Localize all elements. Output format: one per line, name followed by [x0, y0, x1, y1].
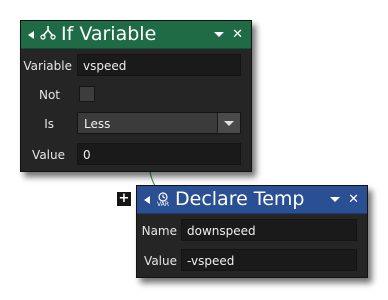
if-variable-node[interactable]: If Variable ✕ Variable vspeed Not Is Les… — [20, 20, 252, 172]
node-menu-chevron-down-icon[interactable] — [330, 197, 341, 202]
declare-temp-node[interactable]: VAR Declare Temp ✕ Name downspeed Value … — [136, 185, 368, 278]
collapse-icon[interactable] — [144, 195, 150, 204]
name-row: Name downspeed — [137, 219, 367, 243]
not-checkbox[interactable] — [79, 86, 95, 102]
not-row: Not — [21, 83, 251, 107]
chevron-down-icon — [224, 120, 234, 126]
if-variable-title: If Variable — [61, 23, 157, 45]
declare-temp-title: Declare Temp — [175, 188, 305, 210]
declare-temp-header[interactable]: VAR Declare Temp ✕ — [137, 186, 367, 214]
if-variable-icon — [39, 24, 57, 46]
value-label: Value — [32, 148, 65, 162]
name-field[interactable]: downspeed — [181, 219, 357, 241]
is-select[interactable]: Less — [77, 112, 241, 134]
var-icon-text: VAR — [157, 200, 169, 208]
name-label: Name — [141, 224, 177, 238]
is-label: Is — [44, 117, 54, 131]
close-icon[interactable]: ✕ — [232, 28, 243, 41]
variable-label: Variable — [23, 59, 72, 73]
variable-field[interactable]: vspeed — [77, 54, 241, 76]
select-dropdown-button[interactable] — [217, 113, 240, 133]
add-action-button[interactable]: + — [117, 192, 131, 206]
value-field[interactable]: 0 — [77, 143, 241, 165]
value-row: Value 0 — [21, 143, 251, 167]
is-select-value: Less — [84, 117, 111, 131]
collapse-icon[interactable] — [28, 30, 34, 39]
close-icon[interactable]: ✕ — [348, 193, 359, 206]
variable-row: Variable vspeed — [21, 54, 251, 78]
is-row: Is Less — [21, 112, 251, 136]
not-label: Not — [38, 88, 60, 102]
temp-value-field[interactable]: -vspeed — [181, 249, 357, 271]
temp-value-label: Value — [144, 254, 177, 268]
temp-value-row: Value -vspeed — [137, 249, 367, 273]
node-menu-chevron-down-icon[interactable] — [214, 32, 225, 37]
var-icon: VAR — [155, 191, 171, 208]
if-variable-header[interactable]: If Variable ✕ — [21, 21, 251, 49]
